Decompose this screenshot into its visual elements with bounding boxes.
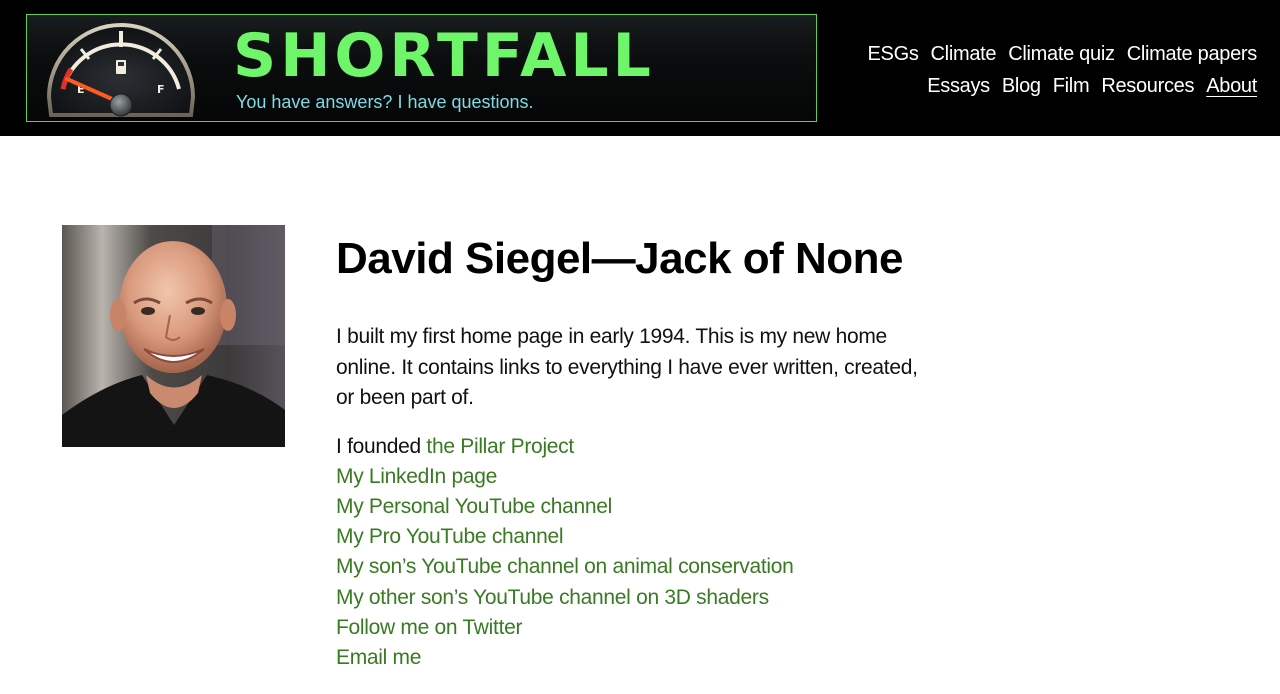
site-title: SHORTFALL: [233, 21, 655, 91]
list-item: I founded the Pillar Project: [336, 432, 936, 462]
list-item: My other son’s YouTube channel on 3D sha…: [336, 583, 936, 613]
site-tagline: You have answers? I have questions.: [236, 92, 534, 112]
list-item: My son’s YouTube channel on animal conse…: [336, 552, 936, 582]
page-title: David Siegel—Jack of None: [336, 234, 904, 283]
animal-conservation-youtube-link[interactable]: My son’s YouTube channel on animal conse…: [336, 555, 794, 578]
site-header: E F SHORTFALL You have answers? I have q…: [0, 0, 1280, 136]
twitter-link[interactable]: Follow me on Twitter: [336, 616, 522, 639]
nav-link-esgs[interactable]: ESGs: [867, 38, 918, 70]
fuel-gauge-icon: E F: [46, 23, 196, 117]
nav-link-resources[interactable]: Resources: [1101, 70, 1194, 102]
nav-link-about[interactable]: About: [1206, 70, 1257, 102]
nav-link-climate-quiz[interactable]: Climate quiz: [1008, 38, 1115, 70]
main-navigation: ESGs Climate Climate quiz Climate papers…: [827, 38, 1257, 102]
nav-link-climate-papers[interactable]: Climate papers: [1127, 38, 1258, 70]
nav-link-climate[interactable]: Climate: [931, 38, 997, 70]
list-item: Follow me on Twitter: [336, 613, 936, 643]
pro-youtube-link[interactable]: My Pro YouTube channel: [336, 525, 564, 548]
nav-row-primary: ESGs Climate Climate quiz Climate papers: [827, 38, 1257, 70]
site-banner-logo[interactable]: E F SHORTFALL You have answers? I have q…: [26, 14, 817, 122]
gauge-full-label: F: [157, 83, 165, 96]
linkedin-link[interactable]: My LinkedIn page: [336, 465, 497, 488]
nav-row-secondary: Essays Blog Film Resources About: [827, 70, 1257, 102]
3d-shaders-youtube-link[interactable]: My other son’s YouTube channel on 3D sha…: [336, 586, 769, 609]
link-list: I founded the Pillar Project My LinkedIn…: [336, 432, 936, 674]
author-portrait: [62, 225, 285, 447]
list-item: My Pro YouTube channel: [336, 522, 936, 552]
intro-paragraph: I built my first home page in early 1994…: [336, 325, 918, 409]
founded-prefix: I founded: [336, 434, 427, 458]
nav-link-film[interactable]: Film: [1053, 70, 1090, 102]
main-content: David Siegel—Jack of None I built my fir…: [336, 228, 936, 673]
list-item: My LinkedIn page: [336, 462, 936, 492]
list-item: My Personal YouTube channel: [336, 492, 936, 522]
list-item: Email me: [336, 643, 936, 673]
personal-youtube-link[interactable]: My Personal YouTube channel: [336, 495, 612, 518]
email-link[interactable]: Email me: [336, 646, 421, 669]
nav-link-essays[interactable]: Essays: [927, 70, 990, 102]
pillar-project-link[interactable]: the Pillar Project: [426, 435, 574, 458]
nav-link-blog[interactable]: Blog: [1002, 70, 1041, 102]
